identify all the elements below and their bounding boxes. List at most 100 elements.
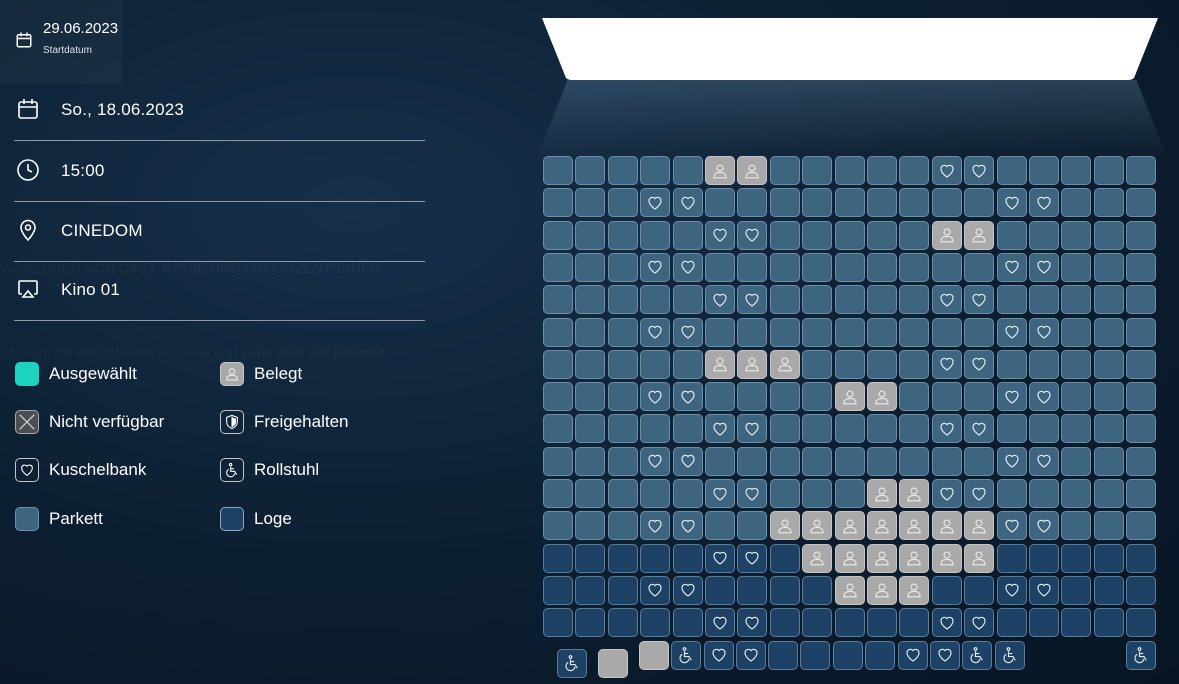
seat[interactable] — [769, 252, 800, 282]
seat-love[interactable] — [705, 414, 735, 444]
seat[interactable] — [996, 479, 1027, 508]
seat[interactable] — [1093, 414, 1124, 444]
seat[interactable] — [931, 382, 962, 412]
seat[interactable] — [899, 188, 930, 218]
seat[interactable] — [575, 220, 606, 250]
seat-love[interactable] — [705, 543, 735, 573]
seat-wheelchair[interactable] — [995, 640, 1025, 670]
seat[interactable] — [867, 220, 897, 250]
seat[interactable] — [1061, 608, 1092, 638]
seat[interactable] — [1126, 446, 1157, 476]
seat[interactable] — [1029, 156, 1059, 185]
seat[interactable] — [640, 543, 671, 573]
seat[interactable] — [575, 446, 606, 476]
seat[interactable] — [640, 220, 671, 250]
seat[interactable] — [543, 543, 573, 573]
seat-love[interactable] — [640, 575, 671, 605]
seat[interactable] — [543, 446, 573, 476]
seat[interactable] — [1093, 285, 1124, 315]
seat[interactable] — [737, 252, 768, 282]
seat[interactable] — [834, 188, 865, 218]
seat[interactable] — [705, 382, 735, 412]
seat[interactable] — [640, 608, 671, 638]
seat[interactable] — [640, 414, 671, 444]
seat-love[interactable] — [931, 479, 962, 508]
seat[interactable] — [769, 382, 800, 412]
seat[interactable] — [867, 446, 897, 476]
seat-love[interactable] — [931, 608, 962, 638]
seat[interactable] — [575, 479, 606, 508]
seat[interactable] — [931, 446, 962, 476]
seat[interactable] — [964, 252, 995, 282]
seat[interactable] — [1093, 608, 1124, 638]
seat[interactable] — [1061, 317, 1092, 347]
seat-love[interactable] — [996, 511, 1027, 541]
seat-love[interactable] — [931, 414, 962, 444]
seat[interactable] — [769, 156, 800, 185]
seat-love[interactable] — [737, 414, 768, 444]
seat[interactable] — [607, 543, 638, 573]
seat[interactable] — [575, 349, 606, 379]
seat-love[interactable] — [1029, 382, 1059, 412]
seat[interactable] — [1126, 156, 1157, 185]
seat[interactable] — [672, 414, 703, 444]
seat-love[interactable] — [1029, 446, 1059, 476]
seat[interactable] — [802, 188, 833, 218]
seat[interactable] — [737, 317, 768, 347]
seat[interactable] — [1126, 285, 1157, 315]
seat[interactable] — [575, 608, 606, 638]
seat-love[interactable] — [640, 382, 671, 412]
seat[interactable] — [802, 252, 833, 282]
seat[interactable] — [1126, 349, 1157, 379]
seat[interactable] — [1061, 414, 1092, 444]
seat[interactable] — [769, 446, 800, 476]
seat[interactable] — [769, 317, 800, 347]
seat[interactable] — [802, 285, 833, 315]
seat[interactable] — [1061, 446, 1092, 476]
seat[interactable] — [575, 188, 606, 218]
seat[interactable] — [705, 252, 735, 282]
seat-wheelchair[interactable] — [1126, 640, 1157, 670]
seat-love[interactable] — [996, 252, 1027, 282]
seat-love[interactable] — [996, 188, 1027, 218]
seat[interactable] — [1061, 220, 1092, 250]
seat[interactable] — [607, 511, 638, 541]
seat-love[interactable] — [737, 543, 768, 573]
seat-love[interactable] — [672, 511, 703, 541]
seat[interactable] — [834, 414, 865, 444]
seat[interactable] — [867, 414, 897, 444]
seat[interactable] — [800, 640, 830, 670]
seat[interactable] — [1126, 317, 1157, 347]
seat-love[interactable] — [640, 252, 671, 282]
seat[interactable] — [575, 382, 606, 412]
start-date-chip[interactable]: 29.06.2023 Startdatum — [0, 0, 122, 84]
seat-love[interactable] — [930, 640, 960, 670]
seat-love[interactable] — [672, 252, 703, 282]
seat[interactable] — [672, 543, 703, 573]
seat[interactable] — [931, 317, 962, 347]
seat[interactable] — [802, 220, 833, 250]
seat-love[interactable] — [964, 608, 995, 638]
seat[interactable] — [867, 349, 897, 379]
seat[interactable] — [964, 382, 995, 412]
seat[interactable] — [705, 317, 735, 347]
seat[interactable] — [607, 317, 638, 347]
seat[interactable] — [802, 317, 833, 347]
seat[interactable] — [672, 220, 703, 250]
seat[interactable] — [737, 511, 768, 541]
seat[interactable] — [1126, 608, 1157, 638]
seat-love[interactable] — [996, 382, 1027, 412]
seat-love[interactable] — [705, 285, 735, 315]
seat-love[interactable] — [672, 382, 703, 412]
seat-love[interactable] — [736, 640, 766, 670]
seat[interactable] — [672, 285, 703, 315]
seat[interactable] — [1126, 220, 1157, 250]
seat[interactable] — [575, 285, 606, 315]
seat[interactable] — [996, 349, 1027, 379]
seat[interactable] — [899, 317, 930, 347]
seat[interactable] — [543, 511, 573, 541]
seat-love[interactable] — [996, 575, 1027, 605]
seat[interactable] — [1061, 511, 1092, 541]
seat-love[interactable] — [737, 608, 768, 638]
seat[interactable] — [705, 575, 735, 605]
